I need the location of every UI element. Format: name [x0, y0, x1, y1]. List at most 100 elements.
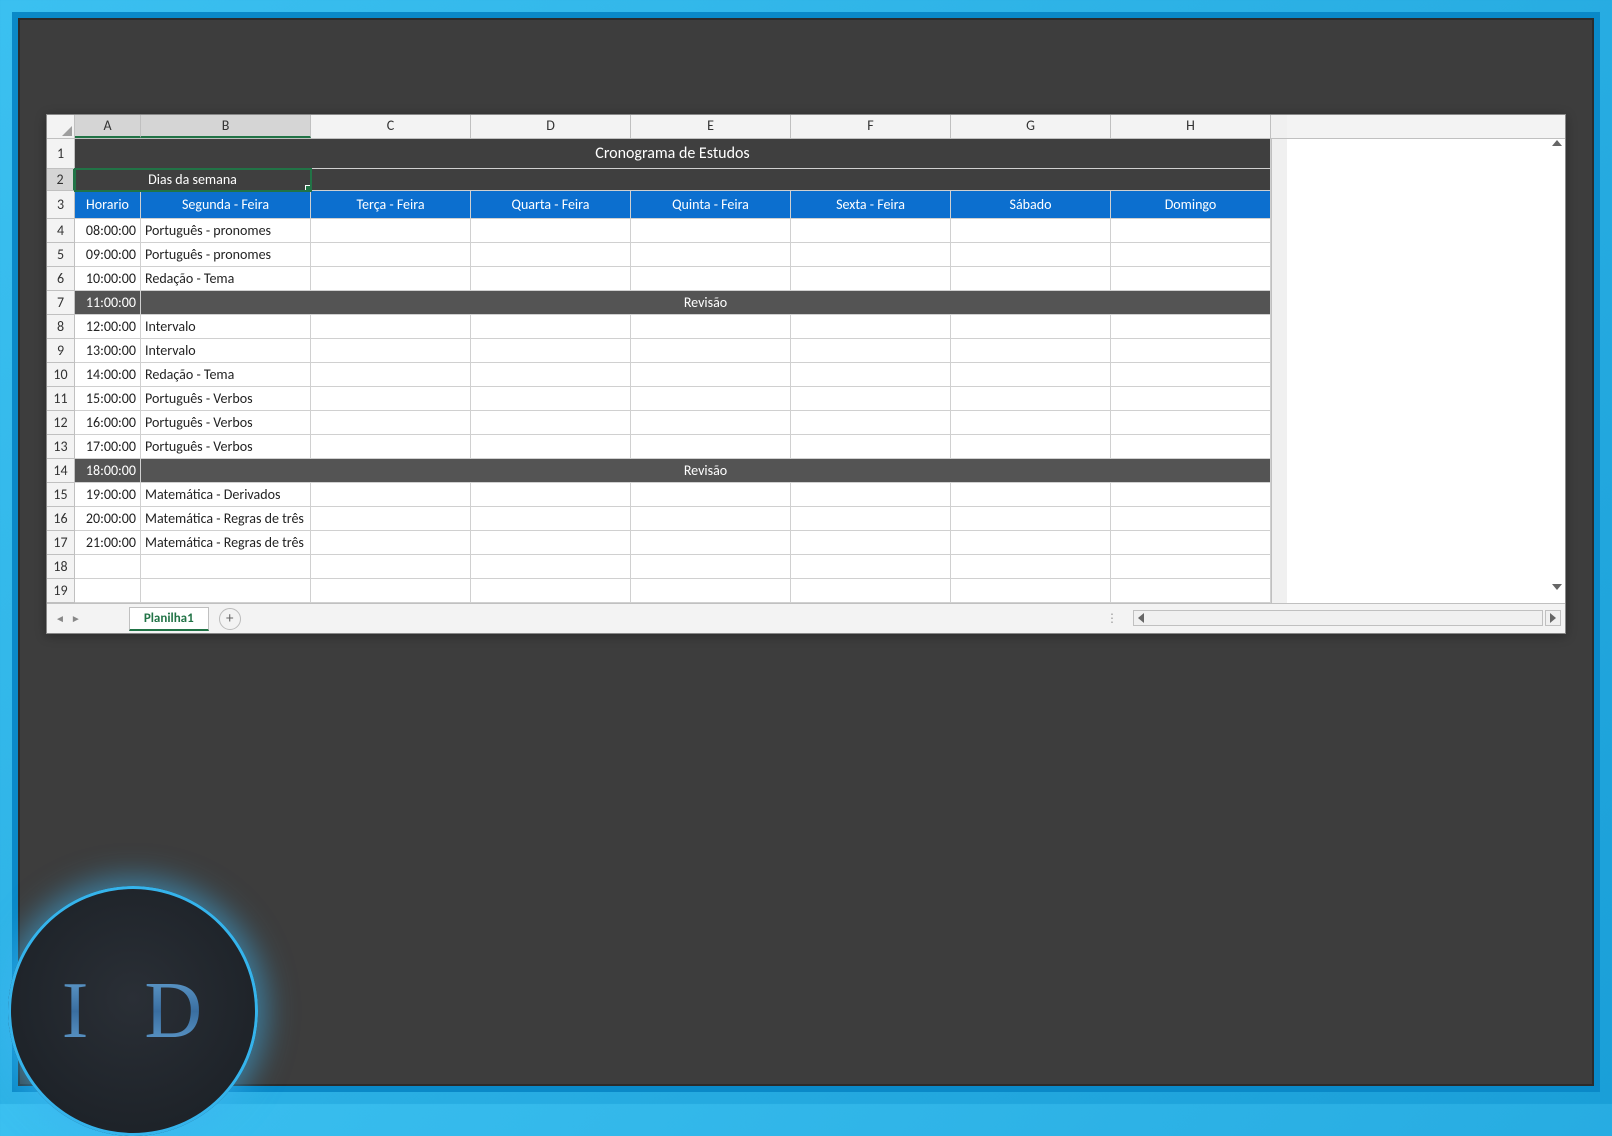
pane-splitter[interactable]: ⋮ — [1100, 611, 1125, 626]
cell-time[interactable]: 17:00:00 — [75, 435, 141, 459]
cell-empty[interactable] — [791, 435, 951, 459]
cell-empty[interactable] — [311, 267, 471, 291]
cell-time[interactable]: 18:00:00 — [75, 459, 141, 483]
cell-empty[interactable] — [1111, 363, 1271, 387]
vscroll-track[interactable] — [1271, 243, 1287, 267]
select-all-corner[interactable] — [47, 115, 75, 138]
cell-empty[interactable] — [1111, 531, 1271, 555]
cell-empty[interactable] — [471, 483, 631, 507]
cell-empty[interactable] — [951, 555, 1111, 579]
cell-time[interactable]: 19:00:00 — [75, 483, 141, 507]
cell-empty[interactable] — [791, 267, 951, 291]
vscroll-track[interactable] — [1271, 363, 1287, 387]
cell-empty[interactable] — [1111, 555, 1271, 579]
cell-time[interactable]: 13:00:00 — [75, 339, 141, 363]
hscroll-right-end-button[interactable] — [1545, 610, 1561, 626]
cell-empty[interactable] — [311, 483, 471, 507]
cell-empty[interactable] — [1111, 435, 1271, 459]
cell-empty[interactable] — [1111, 267, 1271, 291]
cell-empty[interactable] — [631, 315, 791, 339]
sheet-title[interactable]: Cronograma de Estudos — [75, 139, 1271, 169]
header-terca[interactable]: Terça - Feira — [311, 191, 471, 219]
col-head-A[interactable]: A — [75, 115, 141, 138]
row-head-8[interactable]: 8 — [47, 315, 75, 339]
vscroll-track[interactable] — [1271, 339, 1287, 363]
scroll-up-button[interactable] — [1551, 137, 1563, 149]
cell-empty[interactable] — [951, 483, 1111, 507]
cell-empty[interactable] — [311, 315, 471, 339]
row-head-3[interactable]: 3 — [47, 191, 75, 219]
cell-empty[interactable] — [951, 267, 1111, 291]
row-head-9[interactable]: 9 — [47, 339, 75, 363]
cell-empty[interactable] — [631, 531, 791, 555]
cell-activity[interactable]: Português - pronomes — [141, 243, 311, 267]
cell-empty[interactable] — [791, 219, 951, 243]
vscroll-track[interactable] — [1271, 579, 1287, 603]
cell-empty[interactable] — [631, 363, 791, 387]
cell-activity[interactable]: Redação - Tema — [141, 267, 311, 291]
vscroll-track[interactable] — [1271, 139, 1287, 169]
cell-time[interactable] — [75, 579, 141, 603]
cell-empty[interactable] — [951, 243, 1111, 267]
cell-empty[interactable] — [791, 243, 951, 267]
cell-empty[interactable] — [1111, 579, 1271, 603]
cell-activity[interactable]: Matemática - Regras de três — [141, 531, 311, 555]
row-head-16[interactable]: 16 — [47, 507, 75, 531]
col-head-B[interactable]: B — [141, 115, 311, 138]
cell-empty[interactable] — [951, 315, 1111, 339]
row-head-4[interactable]: 4 — [47, 219, 75, 243]
row-head-15[interactable]: 15 — [47, 483, 75, 507]
vscroll-track[interactable] — [1271, 291, 1287, 315]
cell-activity[interactable]: Intervalo — [141, 339, 311, 363]
cell-empty[interactable] — [951, 219, 1111, 243]
cell-time[interactable]: 20:00:00 — [75, 507, 141, 531]
cell-empty[interactable] — [631, 387, 791, 411]
cell-empty[interactable] — [311, 435, 471, 459]
cell-empty[interactable] — [311, 387, 471, 411]
cell-empty[interactable] — [311, 555, 471, 579]
cell-empty[interactable] — [631, 267, 791, 291]
vscroll-track[interactable] — [1271, 169, 1287, 191]
cell-empty[interactable] — [951, 339, 1111, 363]
cell-empty[interactable] — [791, 579, 951, 603]
cell-empty[interactable] — [951, 531, 1111, 555]
cell-empty[interactable] — [791, 363, 951, 387]
cell-empty[interactable] — [311, 339, 471, 363]
cell-empty[interactable] — [311, 507, 471, 531]
cell-empty[interactable] — [311, 243, 471, 267]
cell-time[interactable]: 08:00:00 — [75, 219, 141, 243]
add-sheet-button[interactable]: + — [219, 608, 241, 630]
row-head-1[interactable]: 1 — [47, 139, 75, 169]
cell-time[interactable]: 16:00:00 — [75, 411, 141, 435]
row-head-18[interactable]: 18 — [47, 555, 75, 579]
row-head-6[interactable]: 6 — [47, 267, 75, 291]
cell-empty[interactable] — [631, 411, 791, 435]
cell-empty[interactable] — [471, 267, 631, 291]
cell-empty[interactable] — [791, 339, 951, 363]
cell-empty[interactable] — [1111, 507, 1271, 531]
cell-empty[interactable] — [631, 483, 791, 507]
cell-empty[interactable] — [311, 411, 471, 435]
header-domingo[interactable]: Domingo — [1111, 191, 1271, 219]
cell-empty[interactable] — [471, 411, 631, 435]
cell-empty[interactable] — [471, 339, 631, 363]
vscroll-track[interactable] — [1271, 191, 1287, 219]
cell-empty[interactable] — [471, 435, 631, 459]
cell-activity[interactable]: Português - pronomes — [141, 219, 311, 243]
vscroll-track[interactable] — [1271, 411, 1287, 435]
vscroll-track[interactable] — [1271, 555, 1287, 579]
cell-empty[interactable] — [311, 219, 471, 243]
sheet-tab-active[interactable]: Planilha1 — [129, 607, 209, 631]
vscroll-track[interactable] — [1271, 387, 1287, 411]
cell-empty[interactable] — [471, 219, 631, 243]
cell-revisao[interactable]: Revisão — [141, 291, 1271, 315]
cell-activity[interactable] — [141, 579, 311, 603]
cell-activity[interactable]: Intervalo — [141, 315, 311, 339]
col-head-D[interactable]: D — [471, 115, 631, 138]
cell-empty[interactable] — [631, 339, 791, 363]
col-head-G[interactable]: G — [951, 115, 1111, 138]
cell-empty[interactable] — [951, 507, 1111, 531]
row-head-10[interactable]: 10 — [47, 363, 75, 387]
cell-empty[interactable] — [1111, 219, 1271, 243]
cell-empty[interactable] — [1111, 243, 1271, 267]
